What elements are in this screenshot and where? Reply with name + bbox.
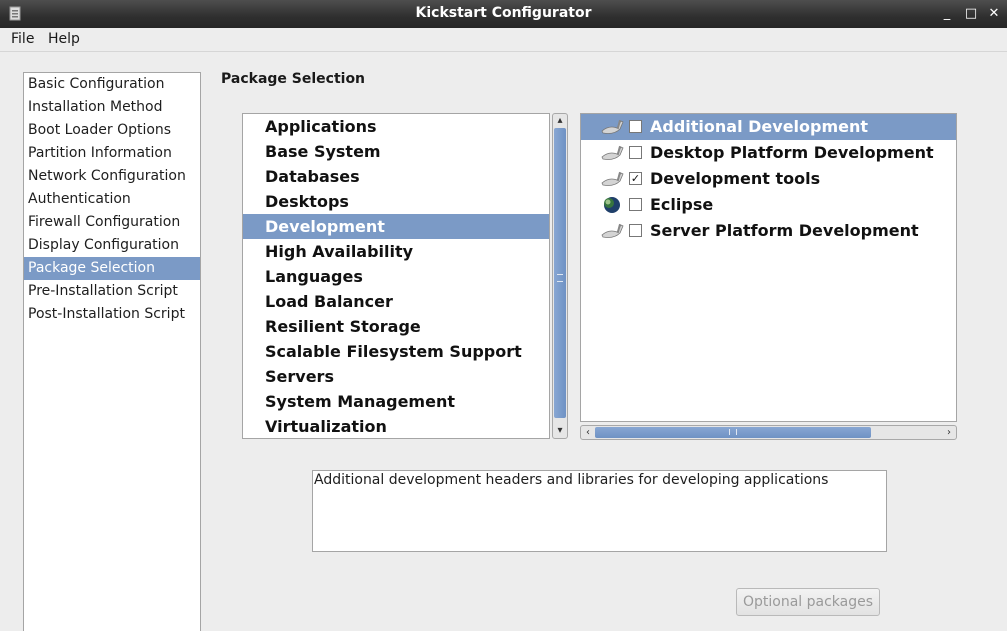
package-label: Development tools: [650, 169, 821, 188]
scroll-left-arrow[interactable]: ‹: [581, 426, 595, 439]
window-title: Kickstart Configurator: [415, 5, 592, 21]
group-item-desktops[interactable]: Desktops: [243, 189, 549, 214]
package-label: Additional Development: [650, 117, 869, 136]
group-list-scrollbar[interactable]: ▴ ▾: [552, 113, 568, 439]
scroll-up-arrow[interactable]: ▴: [553, 114, 567, 128]
tools-icon: [601, 118, 625, 136]
nav-item-partition-information[interactable]: Partition Information: [24, 142, 200, 165]
nav-item-installation-method[interactable]: Installation Method: [24, 96, 200, 119]
group-item-languages[interactable]: Languages: [243, 264, 549, 289]
maximize-button[interactable]: □: [961, 4, 981, 24]
group-item-applications[interactable]: Applications: [243, 114, 549, 139]
group-item-base-system[interactable]: Base System: [243, 139, 549, 164]
nav-item-display-configuration[interactable]: Display Configuration: [24, 234, 200, 257]
section-title: Package Selection: [221, 71, 366, 87]
scrollbar-thumb[interactable]: [554, 128, 566, 418]
close-button[interactable]: ✕: [984, 4, 1004, 24]
menu-bar: File Help: [0, 28, 1007, 52]
package-label: Desktop Platform Development: [650, 143, 934, 162]
package-checkbox[interactable]: [629, 146, 642, 159]
title-bar: Kickstart Configurator _ □ ✕: [0, 0, 1007, 28]
nav-item-network-configuration[interactable]: Network Configuration: [24, 165, 200, 188]
tools-icon: [601, 170, 625, 188]
menu-help[interactable]: Help: [48, 31, 80, 47]
package-group-list: Applications Base System Databases Desktops…: [242, 113, 550, 439]
optional-packages-button[interactable]: Optional packages: [736, 588, 880, 616]
scroll-right-arrow[interactable]: ›: [942, 426, 956, 439]
package-list: Additional Development Desktop Platform D…: [580, 113, 957, 422]
group-item-resilient-storage[interactable]: Resilient Storage: [243, 314, 549, 339]
group-item-system-management[interactable]: System Management: [243, 389, 549, 414]
package-label: Server Platform Development: [650, 221, 919, 240]
tools-icon: [601, 144, 625, 162]
scroll-down-arrow[interactable]: ▾: [553, 424, 567, 438]
menu-file[interactable]: File: [11, 31, 34, 47]
group-item-databases[interactable]: Databases: [243, 164, 549, 189]
nav-item-post-installation-script[interactable]: Post-Installation Script: [24, 303, 200, 326]
minimize-button[interactable]: _: [937, 4, 957, 24]
package-checkbox[interactable]: [629, 120, 642, 133]
eclipse-icon: [601, 196, 625, 214]
group-item-high-availability[interactable]: High Availability: [243, 239, 549, 264]
nav-item-basic-configuration[interactable]: Basic Configuration: [24, 73, 200, 96]
package-list-hscrollbar[interactable]: ‹ ›: [580, 425, 957, 440]
group-item-servers[interactable]: Servers: [243, 364, 549, 389]
hscrollbar-grip: [729, 429, 737, 435]
package-row[interactable]: Eclipse: [581, 192, 956, 218]
package-label: Eclipse: [650, 195, 714, 214]
group-item-development[interactable]: Development: [243, 214, 549, 239]
package-checkbox[interactable]: ✓: [629, 172, 642, 185]
nav-item-package-selection[interactable]: Package Selection: [24, 257, 200, 280]
group-item-virtualization[interactable]: Virtualization: [243, 414, 549, 438]
scrollbar-grip: [557, 274, 563, 282]
group-item-load-balancer[interactable]: Load Balancer: [243, 289, 549, 314]
tools-icon: [601, 222, 625, 240]
nav-item-pre-installation-script[interactable]: Pre-Installation Script: [24, 280, 200, 303]
package-checkbox[interactable]: [629, 224, 642, 237]
group-item-scalable-filesystem-support[interactable]: Scalable Filesystem Support: [243, 339, 549, 364]
nav-item-firewall-configuration[interactable]: Firewall Configuration: [24, 211, 200, 234]
section-nav: Basic Configuration Installation Method Bo…: [23, 72, 201, 631]
package-row[interactable]: Server Platform Development: [581, 218, 956, 244]
package-row[interactable]: ✓ Development tools: [581, 166, 956, 192]
package-row[interactable]: Additional Development: [581, 114, 956, 140]
hscrollbar-thumb[interactable]: [595, 427, 871, 438]
package-description: Additional development headers and libra…: [312, 470, 887, 552]
package-checkbox[interactable]: [629, 198, 642, 211]
nav-item-boot-loader-options[interactable]: Boot Loader Options: [24, 119, 200, 142]
package-row[interactable]: Desktop Platform Development: [581, 140, 956, 166]
nav-item-authentication[interactable]: Authentication: [24, 188, 200, 211]
